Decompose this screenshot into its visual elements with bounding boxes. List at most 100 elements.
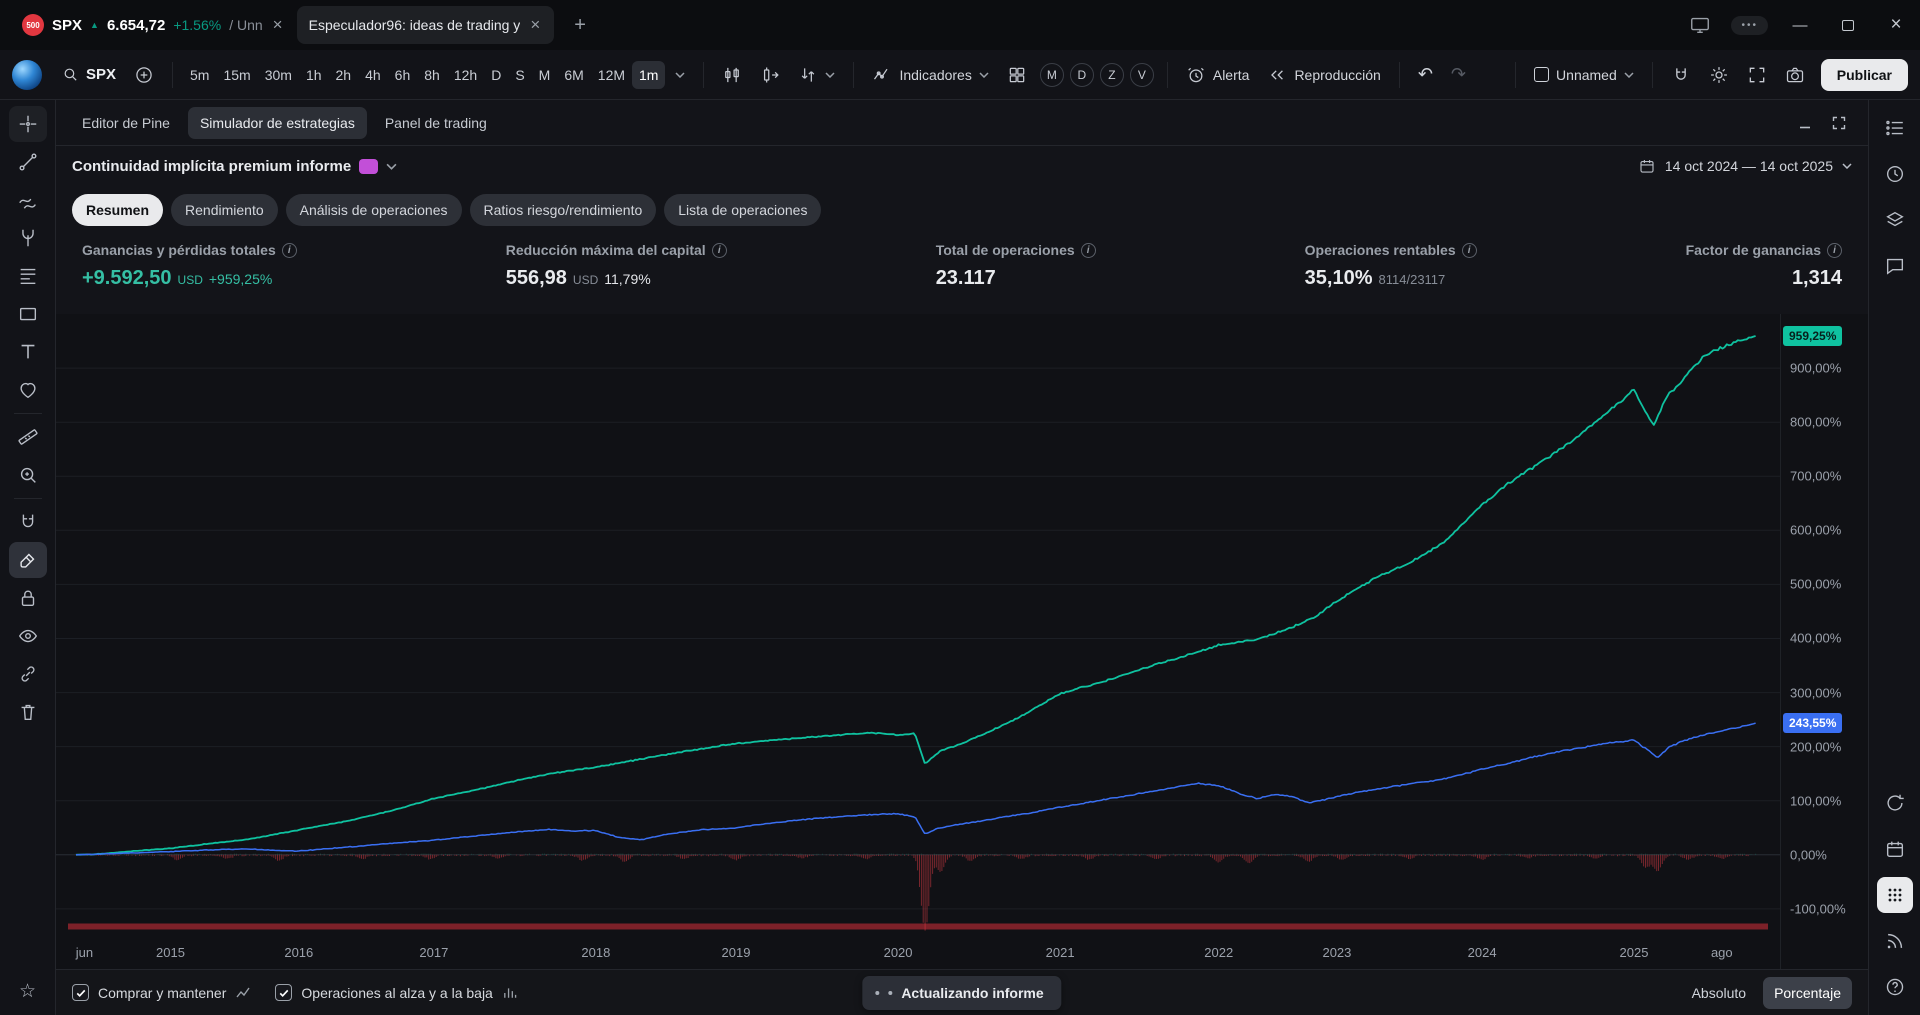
- publish-button[interactable]: Publicar: [1821, 59, 1908, 91]
- timeframe-12M[interactable]: 12M: [591, 61, 632, 89]
- zoom-tool[interactable]: [9, 457, 47, 493]
- tab-symbol-spx[interactable]: 500 SPX ▲ 6.654,72 +1.56% / Unn ×: [10, 6, 297, 44]
- timeframe-1m[interactable]: 1m: [632, 61, 665, 89]
- report-tab-lista-de-operaciones[interactable]: Lista de operaciones: [664, 194, 821, 226]
- calendar-icon[interactable]: [1877, 831, 1913, 867]
- info-icon[interactable]: i: [282, 243, 297, 258]
- layout-name-button[interactable]: Unnamed: [1526, 61, 1642, 89]
- symbol-search-button[interactable]: SPX: [54, 60, 124, 89]
- timeframe-5m[interactable]: 5m: [183, 61, 216, 89]
- tab-strategy-tester[interactable]: Simulador de estrategias: [188, 107, 367, 139]
- text-tool[interactable]: [9, 334, 47, 370]
- tab-trading-panel[interactable]: Panel de trading: [373, 107, 499, 139]
- timeframe-2h[interactable]: 2h: [329, 61, 359, 89]
- mode-porcentaje[interactable]: Porcentaje: [1763, 977, 1852, 1009]
- alerts-clock-icon[interactable]: [1877, 156, 1913, 192]
- template-letter-v[interactable]: V: [1130, 63, 1154, 87]
- undo-button[interactable]: ↶: [1410, 60, 1441, 89]
- report-tab-analisis-de-operaciones[interactable]: Análisis de operaciones: [286, 194, 462, 226]
- alert-button[interactable]: Alerta: [1178, 59, 1258, 91]
- report-tab-rendimiento[interactable]: Rendimiento: [171, 194, 278, 226]
- panel-minimize-icon[interactable]: [1790, 108, 1820, 138]
- window-minimize-button[interactable]: —: [1776, 0, 1824, 50]
- report-tab-ratios-riesgo-rendimiento[interactable]: Ratios riesgo/rendimiento: [470, 194, 657, 226]
- new-tab-button[interactable]: +: [566, 14, 594, 37]
- panel-expand-icon[interactable]: [1824, 108, 1854, 138]
- template-letter-z[interactable]: Z: [1100, 63, 1124, 87]
- remove-drawings-tool[interactable]: [9, 694, 47, 730]
- date-range-selector[interactable]: 14 oct 2024 — 14 oct 2025: [1638, 157, 1852, 175]
- close-tab-icon[interactable]: ×: [271, 15, 285, 35]
- chevron-down-icon[interactable]: [386, 163, 397, 170]
- shapes-tool[interactable]: [9, 296, 47, 332]
- chart-style-candles-button[interactable]: [714, 59, 750, 91]
- window-maximize-button[interactable]: [1824, 0, 1872, 50]
- hide-drawings-tool[interactable]: [9, 618, 47, 654]
- tab-idea[interactable]: Especulador96: ideas de trading y ×: [297, 6, 555, 44]
- pitchfork-tool[interactable]: [9, 220, 47, 256]
- snapshot-button[interactable]: [1777, 59, 1813, 91]
- timeframe-8h[interactable]: 8h: [417, 61, 447, 89]
- user-avatar[interactable]: [12, 60, 42, 90]
- lock-tool[interactable]: [9, 580, 47, 616]
- magnet-tool[interactable]: [9, 504, 47, 540]
- crosshair-tool[interactable]: [9, 106, 47, 142]
- fullscreen-button[interactable]: [1739, 59, 1775, 91]
- emoji-tool[interactable]: [9, 372, 47, 408]
- chat-icon[interactable]: [1877, 248, 1913, 284]
- template-letter-d[interactable]: D: [1070, 63, 1094, 87]
- replay-button[interactable]: Reproducción: [1259, 59, 1388, 91]
- timeframe-1h[interactable]: 1h: [299, 61, 329, 89]
- refresh-icon[interactable]: [1877, 785, 1913, 821]
- compare-add-button[interactable]: [126, 59, 162, 91]
- timeframe-D[interactable]: D: [484, 61, 508, 89]
- close-tab-icon[interactable]: ×: [528, 15, 542, 35]
- timeframe-12h[interactable]: 12h: [447, 61, 484, 89]
- strategy-title[interactable]: Continuidad implícita premium informe: [72, 158, 351, 175]
- checkbox-checked-icon[interactable]: [72, 984, 89, 1001]
- price-axis[interactable]: 900,00%800,00%700,00%600,00%500,00%400,0…: [1780, 314, 1868, 937]
- object-tree-layers-icon[interactable]: [1877, 202, 1913, 238]
- apps-grid-icon[interactable]: [1877, 877, 1913, 913]
- monitor-icon[interactable]: [1677, 14, 1723, 36]
- window-close-button[interactable]: ×: [1872, 0, 1920, 50]
- sync-drawings-tool[interactable]: [9, 656, 47, 692]
- checkbox-checked-icon[interactable]: [275, 984, 292, 1001]
- indicators-button[interactable]: Indicadores: [864, 59, 996, 91]
- favorites-star-icon[interactable]: ☆: [9, 973, 47, 1009]
- settings-button[interactable]: [1701, 59, 1737, 91]
- timeframe-4h[interactable]: 4h: [358, 61, 388, 89]
- measure-tool[interactable]: [9, 419, 47, 455]
- report-tab-resumen[interactable]: Resumen: [72, 194, 163, 226]
- timeframe-6M[interactable]: 6M: [557, 61, 590, 89]
- timeframe-30m[interactable]: 30m: [258, 61, 299, 89]
- compare-arrows-button[interactable]: [790, 59, 843, 91]
- timeframe-6h[interactable]: 6h: [388, 61, 418, 89]
- long-short-checkbox-group[interactable]: Operaciones al alza y a la baja: [275, 984, 516, 1001]
- info-icon[interactable]: i: [1081, 243, 1096, 258]
- candle-pattern-button[interactable]: [752, 59, 788, 91]
- help-icon[interactable]: [1877, 969, 1913, 1005]
- watchlist-icon[interactable]: [1877, 110, 1913, 146]
- timeframe-15m[interactable]: 15m: [216, 61, 257, 89]
- feed-rss-icon[interactable]: [1877, 923, 1913, 959]
- tab-pine-editor[interactable]: Editor de Pine: [70, 107, 182, 139]
- template-letter-m[interactable]: M: [1040, 63, 1064, 87]
- time-axis-labels[interactable]: jun2015201620172018201920202021202220232…: [56, 937, 1780, 969]
- timeframe-S[interactable]: S: [508, 61, 531, 89]
- info-icon[interactable]: i: [1462, 243, 1477, 258]
- layout-grid-button[interactable]: [999, 59, 1035, 91]
- timeframe-M[interactable]: M: [532, 61, 558, 89]
- eraser-tool[interactable]: [9, 542, 47, 578]
- mode-absoluto[interactable]: Absoluto: [1681, 977, 1757, 1009]
- interval-dropdown-button[interactable]: [667, 66, 693, 84]
- fib-retracement-tool[interactable]: [9, 258, 47, 294]
- info-icon[interactable]: i: [1827, 243, 1842, 258]
- equity-chart-plot[interactable]: [56, 314, 1780, 937]
- redo-button[interactable]: ↷: [1443, 60, 1474, 89]
- info-icon[interactable]: i: [712, 243, 727, 258]
- trend-line-tool[interactable]: [9, 144, 47, 180]
- curves-tool[interactable]: [9, 182, 47, 218]
- buy-and-hold-checkbox-group[interactable]: Comprar y mantener: [72, 984, 251, 1001]
- tab-overflow-icon[interactable]: •••: [1731, 16, 1768, 35]
